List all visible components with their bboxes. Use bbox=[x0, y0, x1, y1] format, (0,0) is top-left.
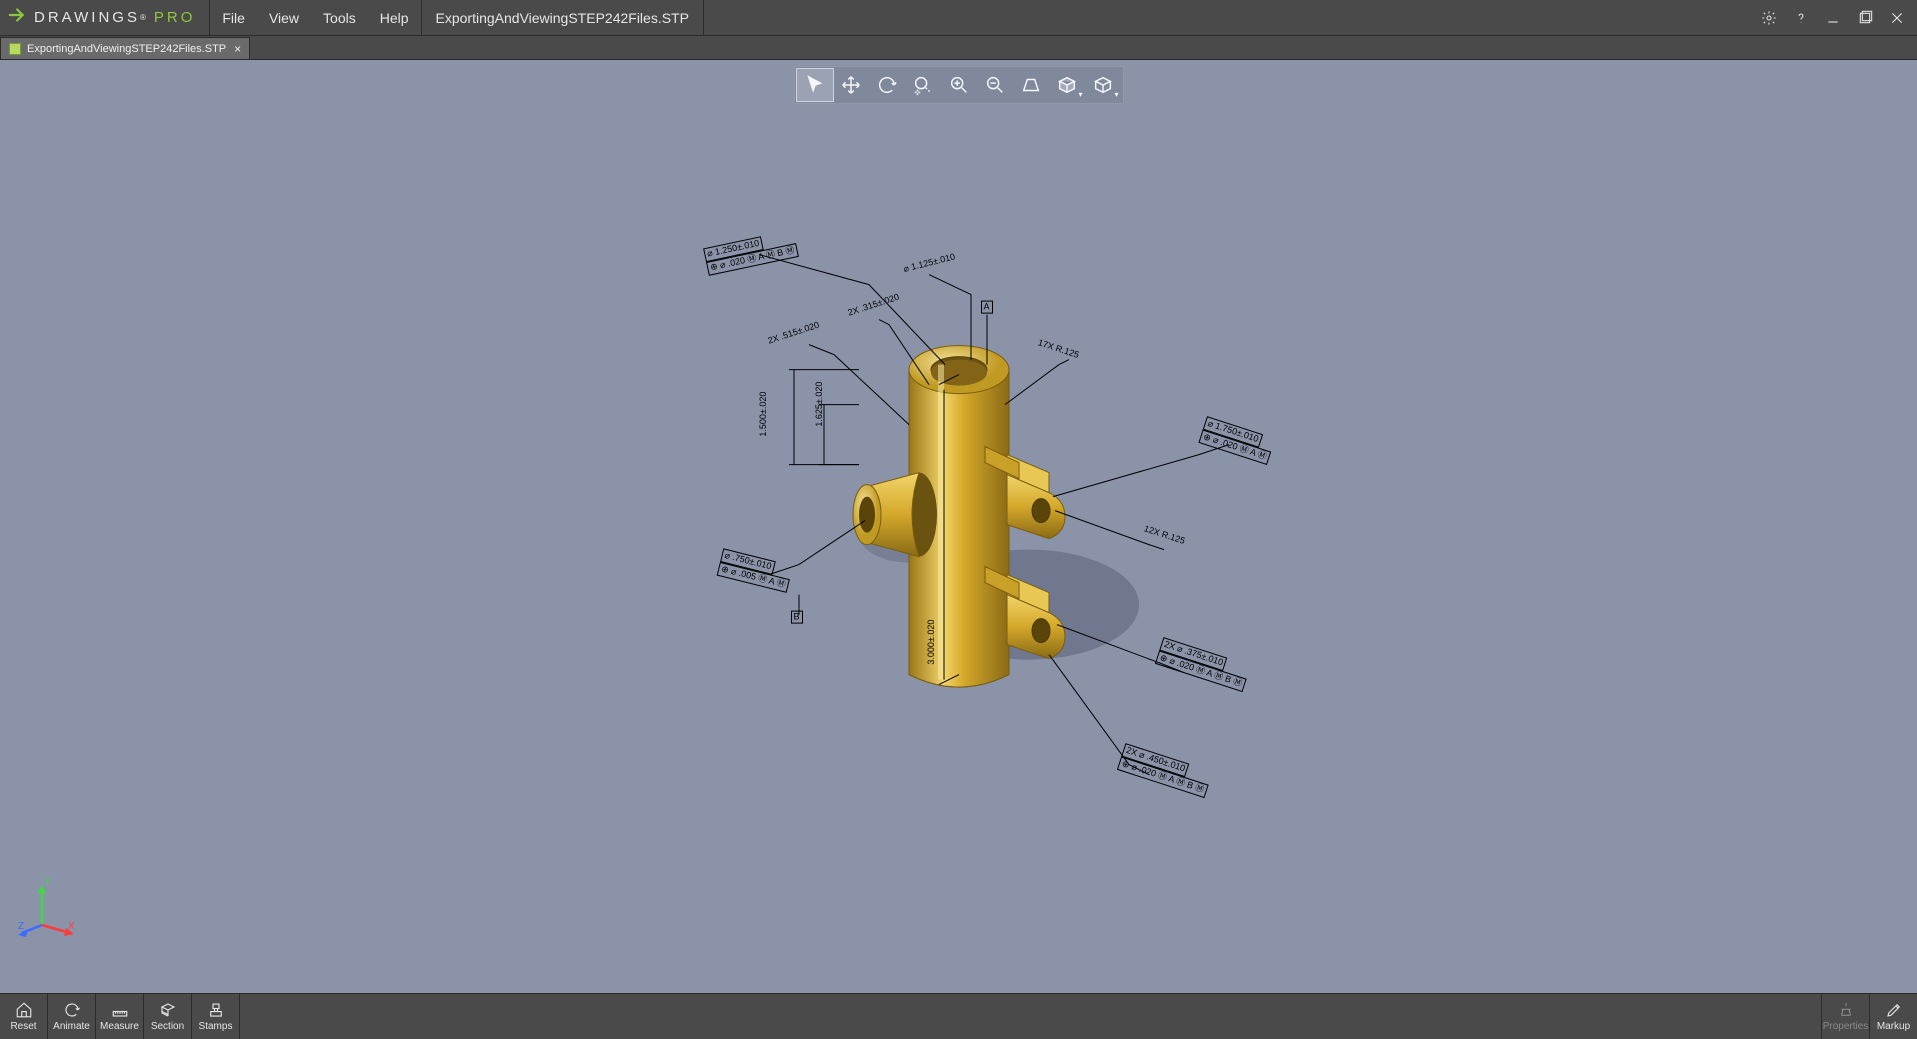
logo-e-icon bbox=[8, 4, 30, 32]
display-style-icon bbox=[1056, 74, 1078, 96]
tab-close-button[interactable]: × bbox=[232, 42, 243, 56]
tool-properties[interactable]: Properties bbox=[1821, 994, 1869, 1039]
dim-1500: 1.500±.020 bbox=[759, 391, 769, 436]
viewport[interactable]: ▾ ▾ bbox=[0, 60, 1917, 993]
logo-registered: ® bbox=[140, 13, 146, 22]
animate-label: Animate bbox=[53, 1021, 90, 1032]
tool-view-orientation[interactable]: ▾ bbox=[1085, 69, 1121, 101]
properties-icon bbox=[1837, 1001, 1855, 1019]
section-label: Section bbox=[151, 1021, 184, 1032]
view-toolbar: ▾ ▾ bbox=[794, 66, 1124, 104]
menu-help[interactable]: Help bbox=[368, 0, 421, 35]
reset-label: Reset bbox=[10, 1021, 36, 1032]
gear-icon bbox=[1761, 10, 1777, 26]
document-tabstrip: ExportingAndViewingSTEP242Files.STP × bbox=[0, 36, 1917, 60]
axis-y: Y bbox=[44, 877, 51, 888]
datum-a: A bbox=[981, 300, 993, 314]
menu-tools[interactable]: Tools bbox=[311, 0, 368, 35]
dim-1625: 1.625±.020 bbox=[815, 381, 825, 426]
measure-label: Measure bbox=[100, 1021, 139, 1032]
animate-icon bbox=[63, 1001, 81, 1019]
stamps-label: Stamps bbox=[199, 1021, 233, 1032]
model-svg bbox=[609, 204, 1309, 824]
model-stage: ⌀ 1.250±.010 ⊕ ⌀ .020 Ⓜ A Ⓜ B Ⓜ 2X .315±… bbox=[609, 204, 1309, 824]
pencil-icon bbox=[1885, 1001, 1903, 1019]
bottombar: Reset Animate Measure Section Stamps Pro… bbox=[0, 993, 1917, 1039]
logo-drawings-text: DRAWINGS bbox=[34, 9, 140, 26]
tool-section[interactable]: Section bbox=[144, 994, 192, 1039]
zoom-area-icon bbox=[912, 74, 934, 96]
tool-select[interactable] bbox=[797, 69, 833, 101]
tool-display-style[interactable]: ▾ bbox=[1049, 69, 1085, 101]
menu-file[interactable]: File bbox=[210, 0, 257, 35]
perspective-icon bbox=[1020, 74, 1042, 96]
document-icon bbox=[9, 43, 21, 55]
settings-button[interactable] bbox=[1755, 4, 1783, 32]
app-logo: DRAWINGS ® PRO bbox=[0, 0, 210, 35]
logo-pro-text: PRO bbox=[154, 9, 196, 26]
tool-zoom-in[interactable] bbox=[941, 69, 977, 101]
dim-3000: 3.000±.020 bbox=[927, 619, 937, 664]
stamp-icon bbox=[207, 1001, 225, 1019]
document-tab[interactable]: ExportingAndViewingSTEP242Files.STP × bbox=[0, 37, 250, 59]
home-icon bbox=[15, 1001, 33, 1019]
maximize-button[interactable] bbox=[1851, 4, 1879, 32]
tool-measure[interactable]: Measure bbox=[96, 994, 144, 1039]
orientation-triad[interactable]: Y X Z bbox=[18, 881, 78, 941]
axis-z: Z bbox=[18, 921, 24, 932]
close-button[interactable] bbox=[1883, 4, 1911, 32]
section-icon bbox=[159, 1001, 177, 1019]
bottombar-spacer bbox=[240, 994, 1821, 1039]
properties-label: Properties bbox=[1823, 1021, 1869, 1032]
chevron-down-icon: ▾ bbox=[1078, 90, 1082, 99]
document-title: ExportingAndViewingSTEP242Files.STP bbox=[421, 0, 704, 35]
markup-label: Markup bbox=[1877, 1021, 1910, 1032]
chevron-down-icon: ▾ bbox=[1114, 90, 1118, 99]
help-button[interactable] bbox=[1787, 4, 1815, 32]
titlebar-controls bbox=[1755, 4, 1917, 32]
menu-view[interactable]: View bbox=[257, 0, 311, 35]
minimize-button[interactable] bbox=[1819, 4, 1847, 32]
axis-x: X bbox=[68, 921, 75, 932]
tool-animate[interactable]: Animate bbox=[48, 994, 96, 1039]
maximize-icon bbox=[1857, 10, 1873, 26]
minimize-icon bbox=[1825, 10, 1841, 26]
close-icon bbox=[1889, 10, 1905, 26]
menubar: DRAWINGS ® PRO File View Tools Help Expo… bbox=[0, 0, 1917, 36]
help-icon bbox=[1793, 10, 1809, 26]
zoom-in-icon bbox=[948, 74, 970, 96]
rotate-icon bbox=[876, 74, 898, 96]
tool-markup[interactable]: Markup bbox=[1869, 994, 1917, 1039]
tool-zoom-out[interactable] bbox=[977, 69, 1013, 101]
cursor-icon bbox=[804, 74, 826, 96]
tool-rotate[interactable] bbox=[869, 69, 905, 101]
tool-reset[interactable]: Reset bbox=[0, 994, 48, 1039]
tool-zoom-area[interactable] bbox=[905, 69, 941, 101]
document-tab-label: ExportingAndViewingSTEP242Files.STP bbox=[27, 43, 226, 55]
orientation-icon bbox=[1092, 74, 1114, 96]
tool-perspective[interactable] bbox=[1013, 69, 1049, 101]
tool-pan[interactable] bbox=[833, 69, 869, 101]
zoom-out-icon bbox=[984, 74, 1006, 96]
tool-stamps[interactable]: Stamps bbox=[192, 994, 240, 1039]
ruler-icon bbox=[111, 1001, 129, 1019]
pan-icon bbox=[840, 74, 862, 96]
datum-b: B bbox=[791, 610, 803, 624]
